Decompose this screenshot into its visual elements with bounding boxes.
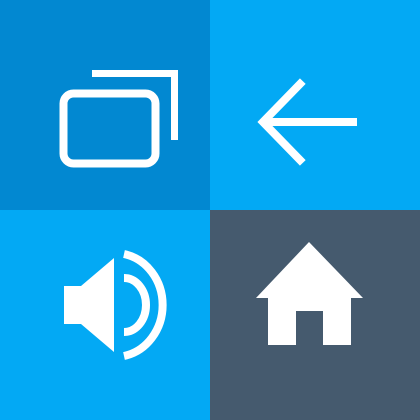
navigation-button-grid bbox=[0, 0, 420, 420]
recent-apps-button[interactable] bbox=[0, 0, 210, 210]
recent-apps-icon bbox=[0, 0, 210, 210]
home-icon bbox=[210, 210, 420, 420]
volume-icon bbox=[0, 210, 210, 420]
volume-button[interactable] bbox=[0, 210, 210, 420]
back-arrow-icon bbox=[210, 0, 420, 210]
home-button[interactable] bbox=[210, 210, 420, 420]
back-button[interactable] bbox=[210, 0, 420, 210]
